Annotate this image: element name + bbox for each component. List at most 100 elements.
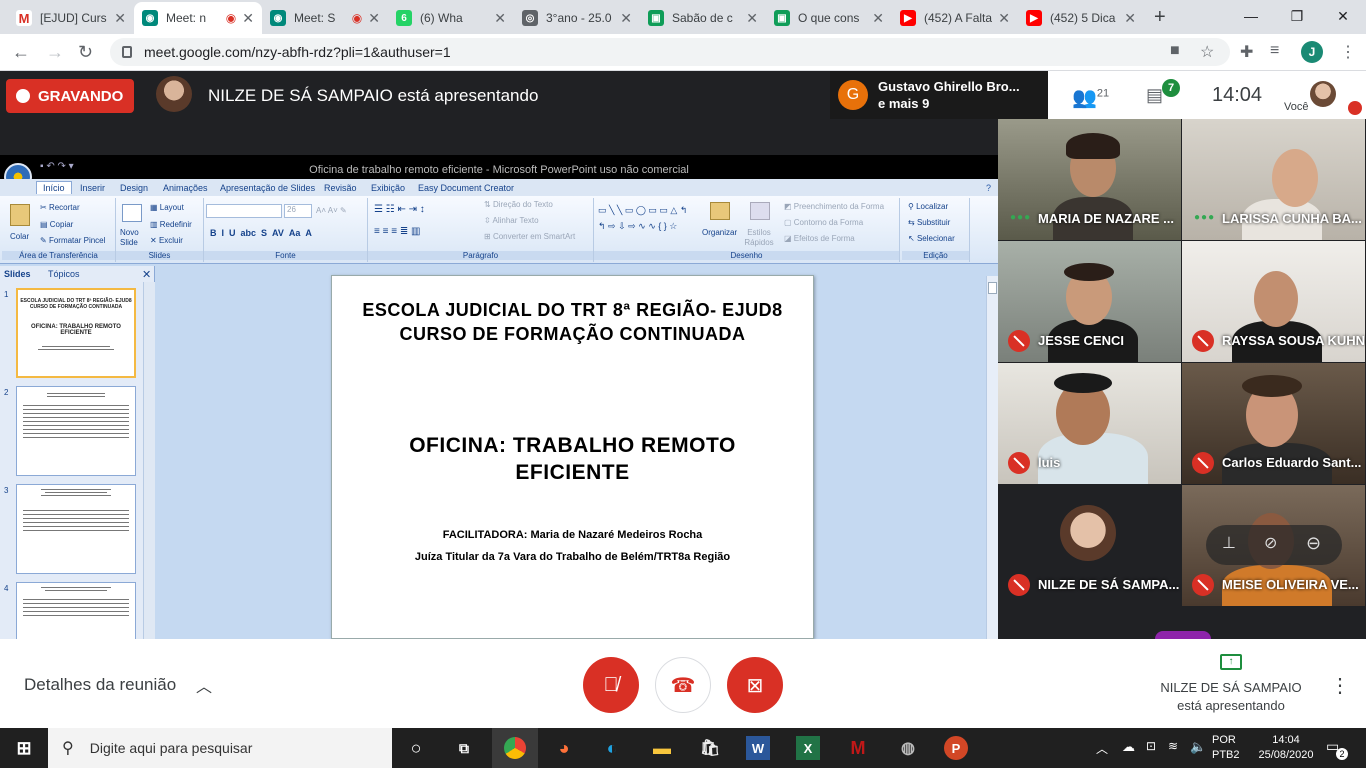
close-tab-icon[interactable]: ✕ — [368, 10, 380, 27]
pin-icon[interactable]: ⊥ — [1222, 533, 1236, 553]
ppt-tab-insert[interactable]: Inserir — [80, 183, 105, 193]
slide-thumbnail[interactable]: ESCOLA JUDICIAL DO TRT 8ª REGIÃO- EJUD8 … — [16, 288, 136, 378]
wifi-icon[interactable]: ≋ — [1168, 739, 1178, 753]
ppt-tab-animations[interactable]: Animações — [163, 183, 208, 193]
firefox-icon[interactable]: ◕ — [552, 736, 576, 760]
language-indicator[interactable]: POR PTB2 — [1212, 733, 1240, 763]
replace-button[interactable]: ⇆ Substituir — [908, 218, 950, 227]
shapes-gallery[interactable]: ▭ ╲ ╲ ▭ ◯ ▭ ▭ △ ↰ ↰ ⇨ ⇩ ⇨ ∿ ∿ { } ☆ — [598, 202, 694, 234]
taskbar-search[interactable]: ⚲ Digite aqui para pesquisar — [48, 728, 392, 768]
close-tab-icon[interactable]: ✕ — [242, 10, 254, 27]
camera-toggle-button[interactable]: ⊠ — [727, 657, 783, 713]
excel-icon[interactable]: X — [796, 736, 820, 760]
slide-scrollbar[interactable] — [986, 276, 998, 639]
slide-thumbnail[interactable] — [16, 484, 136, 574]
minimize-icon[interactable]: — — [1228, 0, 1274, 32]
browser-tab[interactable]: ▣ O que cons ✕ — [766, 2, 892, 34]
media-control-icon[interactable]: ≡ — [1270, 42, 1279, 60]
ppt-tab-slideshow[interactable]: Apresentação de Slides — [220, 183, 315, 193]
close-tab-icon[interactable]: ✕ — [494, 10, 506, 27]
browser-tab[interactable]: ▶ (452) 5 Dica ✕ — [1018, 2, 1144, 34]
close-tab-icon[interactable]: ✕ — [872, 10, 884, 27]
network-icon[interactable]: ⊡ — [1146, 739, 1156, 753]
volume-icon[interactable]: 🔈 — [1190, 739, 1206, 755]
browser-tab[interactable]: 6 (6) Wha ✕ — [388, 2, 514, 34]
menu-icon[interactable]: ⋮ — [1340, 42, 1356, 62]
close-pane-icon[interactable]: ✕ — [142, 268, 151, 281]
word-icon[interactable]: W — [746, 736, 770, 760]
arrange-button[interactable]: Organizar — [702, 228, 737, 237]
format-painter-button[interactable]: ✎ Formatar Pincel — [40, 236, 105, 245]
leave-call-button[interactable]: ☎ — [655, 657, 711, 713]
shape-effects-button[interactable]: ◪ Efeitos de Forma — [784, 234, 855, 243]
new-slide-button[interactable]: Novo Slide — [120, 228, 146, 248]
mute-participant-icon[interactable]: ⊘ — [1264, 533, 1277, 553]
tray-chevron-icon[interactable]: ︿ — [1096, 740, 1108, 757]
close-tab-icon[interactable]: ✕ — [998, 10, 1010, 27]
quick-access-icons[interactable]: ▪ ↶ ↷ ▾ — [40, 161, 74, 172]
close-tab-icon[interactable]: ✕ — [1124, 10, 1136, 27]
ppt-tab-design[interactable]: Design — [120, 183, 148, 193]
participant-tile[interactable]: ●●● LARISSA CUNHA BA... — [1182, 119, 1365, 240]
address-bar[interactable]: meet.google.com/nzy-abfh-rdz?pli=1&authu… — [110, 38, 1230, 66]
font-format-icons[interactable]: B I U abc S AV Aa A — [210, 228, 312, 238]
quick-styles-button[interactable]: Estilos Rápidos — [742, 228, 776, 248]
forward-icon[interactable]: → — [46, 42, 64, 63]
shape-fill-button[interactable]: ◩ Preenchimento da Forma — [784, 202, 884, 211]
slide-thumbnail[interactable] — [16, 582, 136, 639]
scroll-thumb[interactable] — [988, 282, 997, 294]
back-icon[interactable]: ← — [12, 42, 30, 63]
edge-icon[interactable]: ◐ — [600, 736, 624, 760]
reload-icon[interactable]: ↻ — [78, 42, 93, 63]
close-tab-icon[interactable]: ✕ — [114, 10, 126, 27]
cloud-icon[interactable]: ☁ — [1122, 739, 1135, 755]
browser-tab-active[interactable]: ◉ Meet: n ◉ ✕ — [134, 2, 262, 34]
font-size-select[interactable]: 26 — [284, 204, 312, 218]
pane-scrollbar[interactable] — [143, 282, 155, 639]
participant-tile[interactable]: ●●● MARIA DE NAZARE ... — [998, 119, 1181, 240]
find-button[interactable]: ⚲ Localizar — [908, 202, 948, 211]
present-screen-icon[interactable]: ↑ — [1220, 654, 1242, 670]
self-avatar[interactable] — [1310, 81, 1336, 107]
chat-icon[interactable]: ▤ — [1146, 85, 1163, 106]
network-app-icon[interactable]: ◍ — [896, 736, 920, 760]
layout-button[interactable]: ▦ Layout — [150, 203, 184, 212]
paste-button[interactable]: Colar — [10, 232, 29, 241]
grow-font-icon[interactable]: A˄ A˅ ✎ — [316, 206, 347, 215]
clock[interactable]: 14:04 25/08/2020 — [1254, 733, 1318, 763]
help-icon[interactable]: ? — [986, 183, 991, 193]
browser-tab[interactable]: ▣ Sabão de c ✕ — [640, 2, 766, 34]
cut-button[interactable]: ✂ Recortar — [40, 203, 80, 212]
browser-tab[interactable]: ◉ Meet: S ◉ ✕ — [262, 2, 388, 34]
chevron-up-icon[interactable]: ︿ — [196, 673, 212, 697]
copy-button[interactable]: ▤ Copiar — [40, 220, 73, 229]
cortana-icon[interactable]: ○ — [404, 736, 428, 760]
task-view-icon[interactable]: ⧉ — [452, 736, 476, 760]
restore-icon[interactable]: ❐ — [1274, 0, 1320, 32]
remove-participant-icon[interactable]: ⊖ — [1306, 533, 1321, 554]
windows-start-icon[interactable]: ⊞ — [12, 736, 36, 760]
close-window-icon[interactable]: ✕ — [1320, 0, 1366, 32]
ppt-tab-home[interactable]: Início — [36, 181, 72, 194]
new-tab-button[interactable]: + — [1154, 6, 1166, 29]
font-name-select[interactable] — [206, 204, 282, 218]
participant-tile[interactable]: luis — [998, 363, 1181, 484]
ppt-tab-view[interactable]: Exibição — [371, 183, 405, 193]
store-icon[interactable]: 🛍 — [698, 736, 722, 760]
powerpoint-icon[interactable]: P — [944, 736, 968, 760]
align-icons[interactable]: ≡ ≡ ≡ ≣ ▥ — [374, 226, 420, 237]
presenting-status[interactable]: NILZE DE SÁ SAMPAIO está apresentando — [1148, 679, 1314, 715]
participant-tile[interactable]: NILZE DE SÁ SAMPA... — [998, 485, 1181, 606]
smartart-button[interactable]: ⊞ Converter em SmartArt — [484, 232, 575, 241]
reset-button[interactable]: ▥ Redefinir — [150, 220, 192, 229]
slide-thumbnail[interactable] — [16, 386, 136, 476]
delete-button[interactable]: ✕ Excluir — [150, 236, 183, 245]
close-tab-icon[interactable]: ✕ — [746, 10, 758, 27]
text-direction-button[interactable]: ⇅ Direção do Texto — [484, 200, 553, 209]
profile-avatar[interactable]: J — [1301, 41, 1323, 63]
ppt-tab-easy-doc[interactable]: Easy Document Creator — [418, 183, 514, 193]
participant-tile[interactable]: Carlos Eduardo Sant... — [1182, 363, 1365, 484]
people-button[interactable]: 👥21 — [1072, 85, 1109, 110]
shape-outline-button[interactable]: ▢ Contorno da Forma — [784, 218, 863, 227]
browser-tab[interactable]: ▶ (452) A Falta ✕ — [892, 2, 1018, 34]
